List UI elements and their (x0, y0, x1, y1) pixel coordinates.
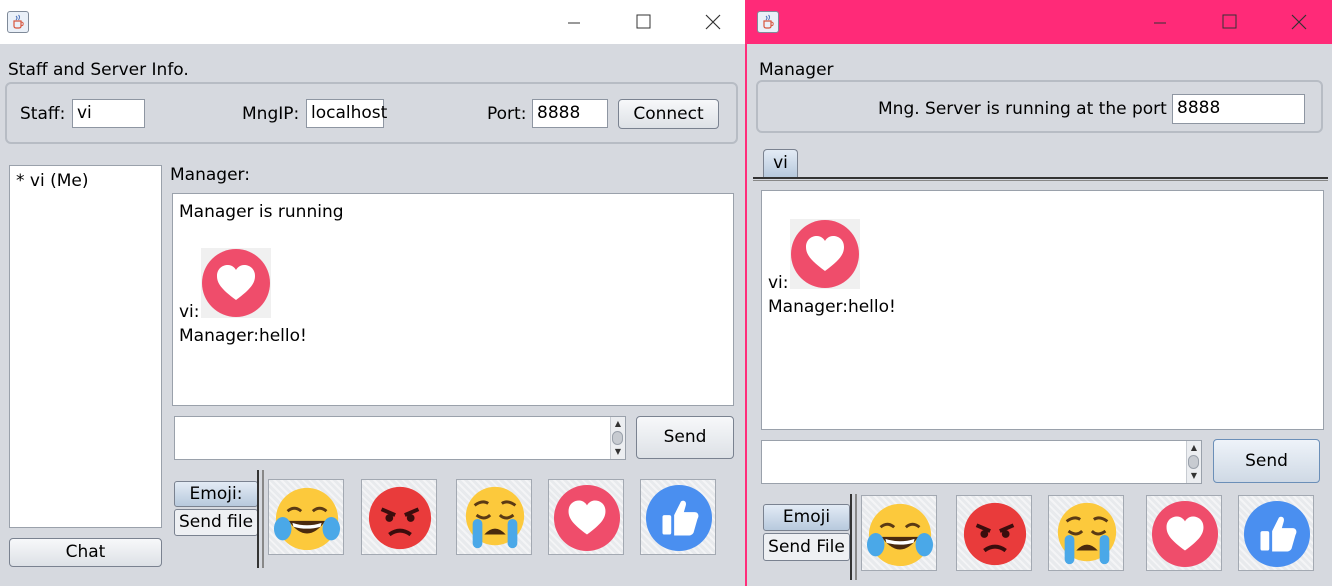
user-list[interactable]: * vi (Me) (9, 165, 162, 528)
message-sender: vi: (768, 273, 789, 293)
sad-crying-icon (461, 484, 529, 552)
divider (850, 494, 852, 580)
divider (855, 494, 857, 580)
laughing-crying-emoji-button[interactable] (861, 495, 937, 571)
message-sender: vi: (179, 302, 200, 322)
laughing-crying-icon (273, 484, 341, 552)
title-bar (747, 0, 1332, 44)
message-line: Manager:hello! (768, 297, 896, 317)
scroll-thumb[interactable] (1188, 455, 1199, 469)
tab-send-file[interactable]: Send File (763, 533, 850, 561)
sad-crying-emoji-button[interactable] (1048, 495, 1124, 571)
laughing-crying-icon (866, 500, 934, 568)
thumbs-up-emoji-button[interactable] (1238, 495, 1314, 571)
heart-icon (790, 219, 860, 289)
maximize-icon[interactable] (628, 7, 658, 37)
send-button[interactable]: Send (1213, 439, 1320, 483)
close-icon[interactable] (1284, 7, 1314, 37)
tab-divider (753, 180, 1328, 181)
heart-icon (201, 248, 271, 318)
thumbs-up-icon (645, 484, 713, 552)
divider (257, 470, 259, 568)
scroll-down-icon[interactable]: ▼ (611, 446, 625, 458)
manager-label: Manager: (170, 165, 250, 185)
maximize-icon[interactable] (1214, 7, 1244, 37)
heart-emoji-button[interactable] (1146, 495, 1222, 571)
heart-icon (553, 484, 621, 552)
sad-crying-emoji-button[interactable] (456, 479, 532, 555)
scroll-thumb[interactable] (612, 431, 623, 445)
minimize-icon[interactable] (1145, 7, 1175, 37)
divider (262, 470, 264, 568)
port-label: Port: (487, 104, 527, 124)
chat-display[interactable]: Manager is running vi: Manager:hello! (172, 193, 734, 406)
angry-face-emoji-button[interactable] (361, 479, 437, 555)
title-bar (0, 0, 745, 44)
group-title: Staff and Server Info. (8, 60, 189, 80)
staff-window: Staff and Server Info. Staff: vi MngIP: … (0, 0, 745, 586)
list-item[interactable]: * vi (Me) (16, 171, 88, 191)
minimize-icon[interactable] (559, 7, 589, 37)
group-title: Manager (759, 60, 834, 80)
close-icon[interactable] (698, 7, 728, 37)
tab-client-vi[interactable]: vi (763, 149, 798, 177)
thumbs-up-emoji-button[interactable] (640, 479, 716, 555)
scrollbar[interactable]: ▲ ▼ (1186, 441, 1201, 483)
tab-emoji[interactable]: Emoji: (174, 481, 258, 507)
running-label: Mng. Server is running at the port (878, 99, 1167, 119)
tab-emoji[interactable]: Emoji (763, 504, 850, 531)
scrollbar[interactable]: ▲ ▼ (610, 417, 625, 459)
mngip-label: MngIP: (242, 104, 300, 124)
sad-crying-icon (1053, 500, 1121, 568)
send-button[interactable]: Send (636, 416, 734, 459)
java-icon (757, 11, 779, 33)
angry-face-icon (366, 484, 434, 552)
message-line: Manager is running (179, 202, 344, 222)
angry-face-icon (961, 500, 1029, 568)
chat-button[interactable]: Chat (9, 538, 162, 567)
scroll-up-icon[interactable]: ▲ (611, 418, 625, 430)
tab-divider (753, 177, 1328, 179)
connect-button[interactable]: Connect (618, 99, 719, 129)
heart-emoji-button[interactable] (548, 479, 624, 555)
manager-window: Manager Mng. Server is running at the po… (745, 0, 1332, 586)
java-icon (7, 11, 29, 33)
heart-icon (1151, 500, 1219, 568)
message-input[interactable]: ▲ ▼ (174, 416, 626, 460)
message-input[interactable]: ▲ ▼ (761, 440, 1202, 484)
tab-send-file[interactable]: Send file (174, 509, 258, 536)
staff-field[interactable]: vi (72, 99, 145, 128)
scroll-down-icon[interactable]: ▼ (1187, 470, 1201, 482)
port-field[interactable]: 8888 (1172, 94, 1305, 124)
laughing-crying-emoji-button[interactable] (268, 479, 344, 555)
port-field[interactable]: 8888 (532, 99, 608, 128)
chat-display[interactable]: vi: Manager:hello! (761, 190, 1324, 430)
thumbs-up-icon (1243, 500, 1311, 568)
angry-face-emoji-button[interactable] (956, 495, 1032, 571)
staff-label: Staff: (20, 104, 66, 124)
scroll-up-icon[interactable]: ▲ (1187, 442, 1201, 454)
mngip-field[interactable]: localhost (306, 99, 387, 128)
message-line: Manager:hello! (179, 326, 307, 346)
